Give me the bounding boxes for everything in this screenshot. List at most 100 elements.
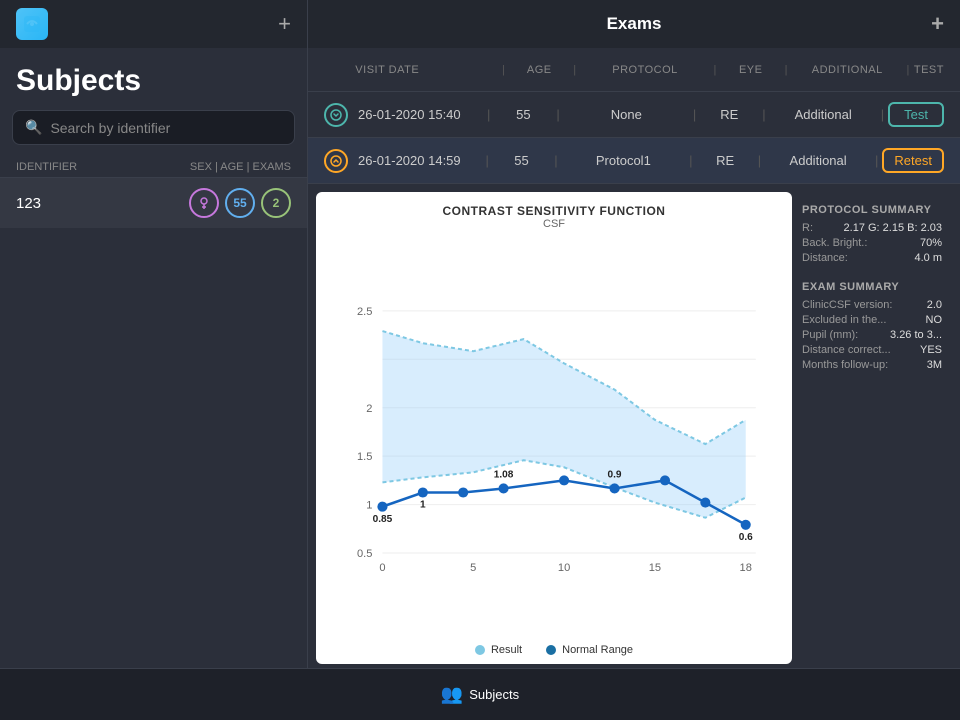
main-header: Exams +: [308, 0, 960, 48]
column-headers: IDENTIFIER SEX | AGE | EXAMS: [0, 157, 307, 178]
subject-badges: 55 2: [189, 188, 291, 218]
subjects-nav-label[interactable]: Subjects: [469, 687, 519, 702]
td-visit-2: 26-01-2020 14:59: [358, 153, 481, 168]
svg-text:1.08: 1.08: [494, 469, 514, 480]
td-protocol-1: None: [564, 107, 689, 122]
el2-label: Pupil (mm):: [802, 329, 858, 341]
el0-label: ClinicCSF version:: [802, 299, 892, 311]
td-additional-1: Additional: [770, 107, 877, 122]
td-test-2: Retest: [882, 148, 944, 173]
exam-line-2: Pupil (mm): 3.26 to 3...: [802, 329, 942, 341]
th-additional: ADDITIONAL: [792, 64, 902, 76]
protocol-summary-title: PROTOCOL SUMMARY: [802, 204, 942, 216]
svg-text:2.5: 2.5: [357, 306, 372, 318]
svg-text:10: 10: [558, 562, 570, 574]
pl2-label: Distance:: [802, 252, 848, 264]
exam-row-2[interactable]: 26-01-2020 14:59 | 55 | Protocol1 | RE |…: [308, 138, 960, 184]
chart-container: CONTRAST SENSITIVITY FUNCTION CSF 2.5 2: [316, 192, 792, 664]
svg-text:0.9: 0.9: [608, 469, 622, 480]
exam-line-0: ClinicCSF version: 2.0: [802, 299, 942, 311]
app-icon: [16, 8, 48, 40]
td-age-1: 55: [494, 107, 552, 122]
row-icon-2: [324, 149, 348, 173]
subject-row[interactable]: 123 55 2: [0, 178, 307, 228]
col-sex-age-exams-header: SEX | AGE | EXAMS: [190, 161, 291, 173]
exam-summary-title: EXAM SUMMARY: [802, 281, 942, 293]
badge-gender: [189, 188, 219, 218]
sidebar-title: Subjects: [0, 48, 307, 110]
pl0-label: R:: [802, 222, 813, 234]
summary-panel: PROTOCOL SUMMARY R: 2.17 G: 2.15 B: 2.03…: [792, 192, 952, 664]
svg-text:18: 18: [740, 562, 752, 574]
th-eye: EYE: [721, 64, 781, 76]
el1-value: NO: [926, 314, 943, 326]
test-button-1[interactable]: Test: [888, 102, 944, 127]
td-eye-1: RE: [700, 107, 758, 122]
main-panel: VISIT DATE | AGE | PROTOCOL | EYE | ADDI…: [308, 48, 960, 668]
th-age: AGE: [509, 64, 569, 76]
sidebar-header: +: [0, 0, 308, 48]
pl1-value: 70%: [920, 237, 942, 249]
th-visit-date: VISIT DATE: [355, 64, 498, 76]
protocol-summary-section: PROTOCOL SUMMARY R: 2.17 G: 2.15 B: 2.03…: [802, 204, 942, 267]
chart-title: CONTRAST SENSITIVITY FUNCTION: [332, 204, 776, 218]
chart-svg: 2.5 2 1.5 1 0.5 0 5 10 15 18: [332, 234, 776, 640]
col-identifier-header: IDENTIFIER: [16, 161, 190, 173]
chart-area: CONTRAST SENSITIVITY FUNCTION CSF 2.5 2: [308, 184, 960, 668]
main-title: Exams: [607, 14, 662, 34]
sidebar-add-button[interactable]: +: [278, 13, 291, 35]
el0-value: 2.0: [927, 299, 942, 311]
el1-label: Excluded in the...: [802, 314, 886, 326]
el4-value: 3M: [927, 359, 942, 371]
chart-legend: Result Normal Range: [332, 644, 776, 656]
protocol-line-2: Distance: 4.0 m: [802, 252, 942, 264]
legend-result: Result: [475, 644, 522, 656]
svg-text:1: 1: [420, 500, 426, 511]
subject-id: 123: [16, 195, 189, 212]
legend-dot-normal: [546, 645, 556, 655]
svg-text:1.5: 1.5: [357, 451, 372, 463]
badge-exams: 2: [261, 188, 291, 218]
td-test-1: Test: [888, 102, 944, 127]
el3-value: YES: [920, 344, 942, 356]
bottom-nav: 👥 Subjects: [0, 668, 960, 720]
pl0-value: 2.17 G: 2.15 B: 2.03: [844, 222, 942, 234]
td-protocol-2: Protocol1: [562, 153, 685, 168]
svg-text:0.5: 0.5: [357, 548, 372, 560]
legend-result-label: Result: [491, 644, 522, 656]
retest-button-2[interactable]: Retest: [882, 148, 944, 173]
search-input[interactable]: [50, 120, 282, 136]
svg-text:0: 0: [379, 562, 385, 574]
svg-text:2: 2: [366, 403, 372, 415]
search-icon: 🔍: [25, 119, 42, 136]
legend-normal: Normal Range: [546, 644, 633, 656]
el4-label: Months follow-up:: [802, 359, 888, 371]
chart-subtitle: CSF: [332, 218, 776, 230]
protocol-line-0: R: 2.17 G: 2.15 B: 2.03: [802, 222, 942, 234]
td-additional-2: Additional: [765, 153, 871, 168]
table-header: VISIT DATE | AGE | PROTOCOL | EYE | ADDI…: [308, 48, 960, 92]
svg-text:1: 1: [366, 500, 372, 512]
th-protocol: PROTOCOL: [581, 64, 710, 76]
svg-text:0.85: 0.85: [373, 514, 393, 525]
sidebar: Subjects 🔍 IDENTIFIER SEX | AGE | EXAMS …: [0, 48, 308, 668]
svg-text:15: 15: [649, 562, 661, 574]
row-icon-1: [324, 103, 348, 127]
exam-line-1: Excluded in the... NO: [802, 314, 942, 326]
th-test: TEST: [914, 64, 944, 76]
top-bar: + Exams +: [0, 0, 960, 48]
el2-value: 3.26 to 3...: [890, 329, 942, 341]
pl2-value: 4.0 m: [914, 252, 942, 264]
exam-line-3: Distance correct... YES: [802, 344, 942, 356]
pl1-label: Back. Bright.:: [802, 237, 867, 249]
svg-text:5: 5: [470, 562, 476, 574]
subjects-nav-icon: 👥: [441, 684, 463, 705]
exams-add-button[interactable]: +: [931, 11, 944, 37]
body: Subjects 🔍 IDENTIFIER SEX | AGE | EXAMS …: [0, 48, 960, 668]
el3-label: Distance correct...: [802, 344, 891, 356]
exam-line-4: Months follow-up: 3M: [802, 359, 942, 371]
exam-row-1[interactable]: 26-01-2020 15:40 | 55 | None | RE | Addi…: [308, 92, 960, 138]
exam-summary-section: EXAM SUMMARY ClinicCSF version: 2.0 Excl…: [802, 281, 942, 374]
search-box: 🔍: [12, 110, 295, 145]
legend-dot-result: [475, 645, 485, 655]
